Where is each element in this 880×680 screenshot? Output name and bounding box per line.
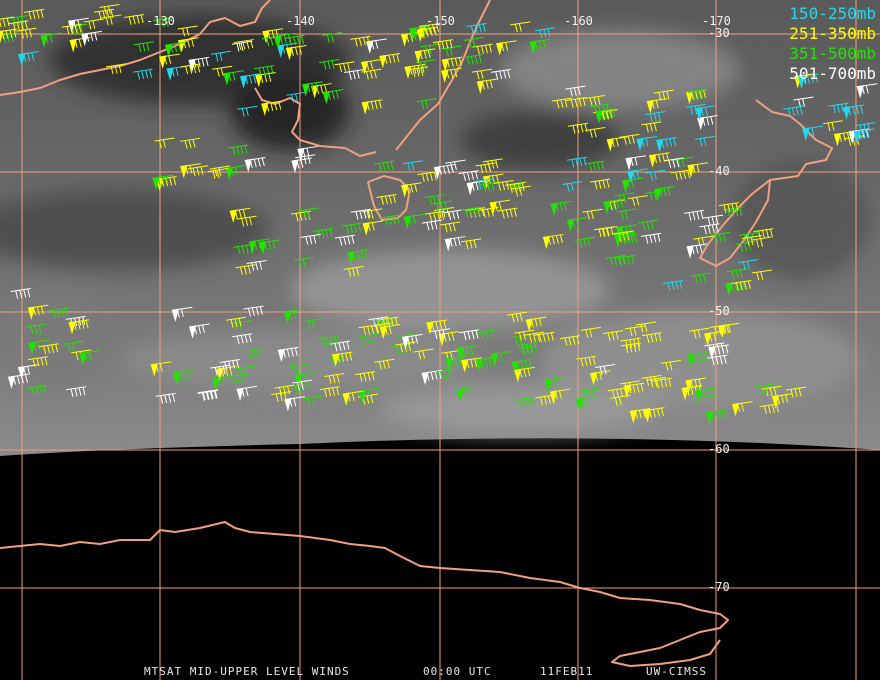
footer-date: 11FEB11 (540, 665, 594, 678)
map-stage: -130 -140 -150 -160 -170 -30 -40 -50 -60 -70 150… (0, 0, 880, 680)
satellite-wind-map: -130 -140 -150 -160 -170 -30-40-50-60-70 (0, 0, 880, 680)
longitude-label: -160 (564, 14, 593, 28)
legend-item-501-700: 501-700mb (789, 64, 876, 83)
footer-product: MTSAT MID-UPPER LEVEL WINDS (144, 665, 350, 678)
latitude-label: -30 (708, 26, 730, 40)
antarctica-coast (0, 521, 729, 667)
legend-item-150-250: 150-250mb (789, 4, 876, 23)
footer-bar: MTSAT MID-UPPER LEVEL WINDS 00:00 UTC 11… (0, 662, 880, 680)
footer-time: 00:00 UTC (423, 665, 492, 678)
latitude-label: -50 (708, 304, 730, 318)
latitude-label: -40 (708, 164, 730, 178)
legend-item-351-500: 351-500mb (789, 44, 876, 63)
longitude-label: -150 (426, 14, 455, 28)
latitude-label: -60 (708, 442, 730, 456)
footer-credit: UW-CIMSS (646, 665, 707, 678)
longitude-label: -130 (146, 14, 175, 28)
legend-item-251-350: 251-350mb (789, 24, 876, 43)
pressure-level-legend: 150-250mb 251-350mb 351-500mb 501-700mb (789, 4, 876, 84)
longitude-label: -140 (286, 14, 315, 28)
latitude-label: -70 (708, 580, 730, 594)
